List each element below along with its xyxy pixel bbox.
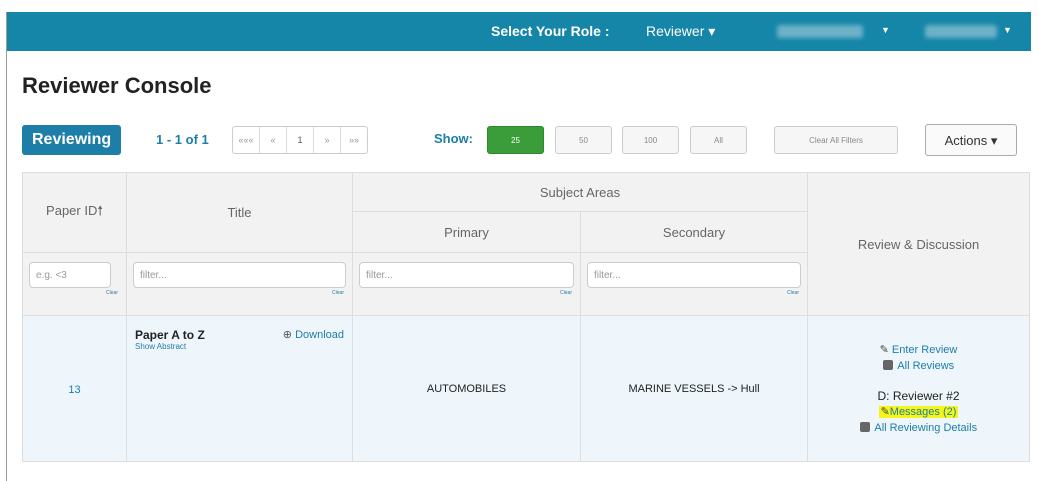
papers-table: Paper ID🠕 Title Subject Areas Review & D…: [22, 172, 1030, 462]
title-header[interactable]: Title: [126, 172, 353, 253]
table-row: 13 Paper A to Z Show Abstract ⊕ Download…: [22, 315, 1030, 462]
paper-id-header[interactable]: Paper ID🠕: [22, 172, 127, 253]
download-label: Download: [295, 329, 344, 341]
page-title: Reviewer Console: [22, 73, 212, 98]
primary-filter-cell: filter... Clear: [352, 252, 581, 316]
page-size-25-button[interactable]: 25: [487, 126, 544, 154]
top-navigation-bar: Select Your Role : Reviewer ▾ ▼ ▼: [7, 12, 1031, 51]
secondary-filter-cell: filter... Clear: [580, 252, 808, 316]
left-border: [6, 12, 7, 481]
result-range: 1 - 1 of 1: [156, 132, 209, 147]
first-page-button[interactable]: «««: [233, 127, 260, 153]
tab-reviewing[interactable]: Reviewing: [22, 125, 122, 155]
chevron-down-icon: ▼: [1003, 25, 1012, 35]
page-size-100-button[interactable]: 100: [622, 126, 679, 154]
reviewer-label: D: Reviewer #2: [877, 388, 960, 403]
page-size-50-button[interactable]: 50: [555, 126, 612, 154]
page-number-button[interactable]: 1: [287, 127, 314, 153]
enter-review-label: Enter Review: [891, 343, 958, 356]
all-reviews-label: All Reviews: [897, 359, 955, 372]
show-abstract-link[interactable]: Show Abstract: [127, 342, 352, 351]
download-link[interactable]: ⊕ Download: [283, 328, 344, 341]
review-cell: ✎ Enter Review All Reviews D: Reviewer #…: [807, 315, 1030, 462]
enter-review-link[interactable]: ✎ Enter Review: [808, 342, 1029, 358]
list-icon: [859, 421, 870, 432]
redacted-menu-2[interactable]: [925, 25, 997, 38]
all-reviewing-details-label: All Reviewing Details: [874, 421, 978, 434]
clear-filter-link[interactable]: Clear: [581, 290, 807, 296]
all-reviews-link[interactable]: All Reviews: [808, 358, 1029, 374]
edit-icon: ✎: [880, 405, 890, 418]
download-icon: ⊕: [282, 329, 293, 341]
secondary-header[interactable]: Secondary: [580, 211, 808, 253]
title-cell: Paper A to Z Show Abstract ⊕ Download: [126, 315, 353, 462]
clear-filter-link[interactable]: Clear: [353, 290, 580, 296]
last-page-button[interactable]: »»: [341, 127, 367, 153]
clear-filter-link[interactable]: Clear: [127, 290, 352, 296]
secondary-filter-input[interactable]: filter...: [587, 262, 801, 288]
next-page-button[interactable]: »: [314, 127, 341, 153]
messages-label: Messages (2): [889, 405, 957, 418]
all-reviewing-details-link[interactable]: All Reviewing Details: [808, 420, 1029, 436]
role-dropdown[interactable]: Reviewer ▾: [646, 23, 715, 40]
redacted-menu-1[interactable]: [777, 25, 863, 38]
clear-all-filters-button[interactable]: Clear All Filters: [774, 126, 898, 154]
edit-icon: ✎: [879, 343, 889, 356]
chevron-down-icon: ▼: [881, 25, 890, 35]
clear-filter-link[interactable]: Clear: [23, 290, 126, 296]
paper-id-filter-cell: e.g. <3 Clear: [22, 252, 127, 316]
subject-areas-header: Subject Areas: [352, 172, 808, 212]
page-size-all-button[interactable]: All: [690, 126, 747, 154]
primary-cell: AUTOMOBILES: [352, 315, 581, 462]
list-icon: [882, 359, 893, 370]
messages-link[interactable]: ✎Messages (2): [808, 404, 1029, 420]
title-filter-cell: filter... Clear: [126, 252, 353, 316]
prev-page-button[interactable]: «: [260, 127, 287, 153]
secondary-cell: MARINE VESSELS -> Hull: [580, 315, 808, 462]
paper-id-cell: 13: [22, 315, 127, 462]
pagination: ««« « 1 » »»: [232, 126, 368, 154]
primary-header[interactable]: Primary: [352, 211, 581, 253]
review-discussion-header: Review & Discussion: [807, 172, 1030, 316]
show-label: Show:: [434, 131, 473, 146]
title-filter-input[interactable]: filter...: [133, 262, 346, 288]
actions-dropdown[interactable]: Actions ▾: [925, 124, 1017, 156]
paper-id-link[interactable]: 13: [68, 384, 80, 396]
primary-filter-input[interactable]: filter...: [359, 262, 574, 288]
paper-id-filter-input[interactable]: e.g. <3: [29, 262, 111, 288]
role-label: Select Your Role :: [491, 23, 610, 39]
